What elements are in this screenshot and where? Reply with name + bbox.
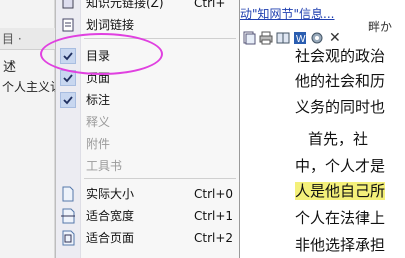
document-line-highlighted: 人是他自己所: [295, 180, 386, 202]
check-icon: [60, 48, 76, 64]
menu-item-label: 释义: [86, 115, 111, 129]
document-line: 非他选择承担: [295, 236, 386, 254]
menu-item-knowledge-link[interactable]: 知识元链接(Z) Ctrl+: [56, 0, 239, 14]
menu-item-toc[interactable]: 目录: [56, 45, 239, 67]
menu-item-shortcut: Ctrl+1: [194, 209, 234, 223]
menu-item-word-link[interactable]: 划词链接: [56, 14, 239, 36]
menu-separator: [84, 38, 236, 39]
menu-item-label: 工具书: [86, 159, 123, 173]
check-icon: [60, 70, 76, 86]
document-line: 中，个人才是: [295, 157, 386, 175]
menu-item-label: 实际大小: [86, 187, 135, 201]
menu-item-definition: 释义: [56, 111, 239, 133]
left-panel-text: 个人主义认: [2, 80, 63, 94]
tools-icon[interactable]: [310, 31, 324, 45]
left-panel-heading: 述: [3, 60, 17, 75]
document-line: 他的社会和历: [295, 72, 386, 90]
left-panel: 目 · 述 个人主义认: [0, 0, 62, 258]
close-icon[interactable]: ✕: [329, 30, 341, 46]
highlighted-text: 人是他自己所: [295, 182, 386, 200]
menu-item-shortcut: Ctrl+0: [194, 187, 234, 201]
menu-item-reference-book: 工具书: [56, 155, 239, 177]
menu-item-attachment: 附件: [56, 133, 239, 155]
word-doc-icon[interactable]: W: [293, 31, 307, 45]
document-line: 义务的同时也: [295, 98, 386, 116]
menu-item-fit-width[interactable]: 适合宽度 Ctrl+1: [56, 205, 239, 227]
menu-item-label: 目录: [86, 49, 111, 63]
menu-item-annotation[interactable]: 标注: [56, 89, 239, 111]
document-line: 社会观的政治: [295, 47, 386, 65]
menu-item-label: 适合宽度: [86, 209, 135, 223]
menu-item-label: 附件: [86, 137, 111, 151]
fit-width-icon: [60, 208, 76, 224]
page-icon: [60, 186, 76, 202]
document-line: 个人在法律上: [295, 209, 386, 227]
fit-page-icon: [60, 230, 76, 246]
menu-item-actual-size[interactable]: 实际大小 Ctrl+0: [56, 183, 239, 205]
menu-item-fit-page[interactable]: 适合页面 Ctrl+2: [56, 227, 239, 249]
link-icon: [60, 0, 76, 11]
zhiwang-node-link[interactable]: 动"知网节"信息...: [240, 5, 334, 22]
left-toolbar-text: 目 ·: [2, 32, 22, 46]
menu-item-shortcut: Ctrl+2: [194, 231, 234, 245]
menu-item-label: 划词链接: [86, 18, 135, 32]
book-icon[interactable]: [276, 31, 290, 45]
menu-separator: [84, 178, 236, 179]
link-word-icon: [60, 17, 76, 33]
document-line: 首先，社: [278, 130, 369, 148]
context-menu: 知识元链接(Z) Ctrl+ 划词链接 目录 页面 标注 释义 附件 工具书 实…: [55, 0, 240, 258]
menu-item-label: 适合页面: [86, 231, 135, 245]
menu-item-label: 页面: [86, 71, 111, 85]
copy-icon[interactable]: [242, 31, 256, 45]
menu-item-shortcut: Ctrl+: [194, 0, 226, 10]
menu-item-label: 标注: [86, 93, 111, 107]
svg-text:W: W: [296, 34, 306, 45]
print-icon[interactable]: [259, 31, 273, 45]
menu-item-label: 知识元链接(Z): [86, 0, 164, 10]
left-toolbar: 目 ·: [0, 28, 55, 50]
check-icon: [60, 92, 76, 108]
menu-item-page[interactable]: 页面: [56, 67, 239, 89]
